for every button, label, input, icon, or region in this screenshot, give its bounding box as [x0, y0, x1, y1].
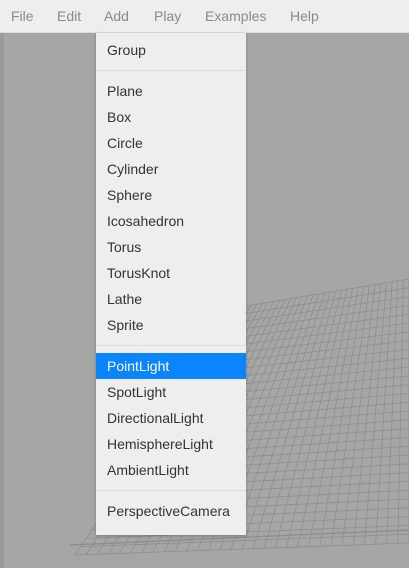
- menu-item-directionallight[interactable]: DirectionalLight: [96, 405, 246, 431]
- menu-item-torus[interactable]: Torus: [96, 234, 246, 260]
- menu-help[interactable]: Help: [290, 0, 319, 33]
- menu-item-icosahedron[interactable]: Icosahedron: [96, 208, 246, 234]
- menu-item-sphere[interactable]: Sphere: [96, 182, 246, 208]
- menu-edit[interactable]: Edit: [57, 0, 81, 33]
- menu-separator: [96, 70, 246, 71]
- menu-item-perspectivecamera[interactable]: PerspectiveCamera: [96, 498, 246, 524]
- menu-item-cylinder[interactable]: Cylinder: [96, 156, 246, 182]
- add-menu-dropdown: Group Plane Box Circle Cylinder Sphere I…: [96, 33, 246, 535]
- menu-play[interactable]: Play: [154, 0, 181, 33]
- menu-item-box[interactable]: Box: [96, 104, 246, 130]
- menu-item-torusknot[interactable]: TorusKnot: [96, 260, 246, 286]
- menu-item-group[interactable]: Group: [96, 37, 246, 63]
- menu-add[interactable]: Add: [104, 0, 129, 33]
- menu-item-pointlight[interactable]: PointLight: [96, 353, 246, 379]
- menu-separator: [96, 345, 246, 346]
- menu-item-ambientlight[interactable]: AmbientLight: [96, 457, 246, 483]
- menu-item-hemispherelight[interactable]: HemisphereLight: [96, 431, 246, 457]
- menu-item-spotlight[interactable]: SpotLight: [96, 379, 246, 405]
- menu-item-circle[interactable]: Circle: [96, 130, 246, 156]
- menu-file[interactable]: File: [11, 0, 34, 33]
- menu-item-lathe[interactable]: Lathe: [96, 286, 246, 312]
- menu-item-sprite[interactable]: Sprite: [96, 312, 246, 338]
- menubar: File Edit Add Play Examples Help: [0, 0, 409, 33]
- menu-separator: [96, 490, 246, 491]
- menu-item-plane[interactable]: Plane: [96, 78, 246, 104]
- menu-examples[interactable]: Examples: [205, 0, 266, 33]
